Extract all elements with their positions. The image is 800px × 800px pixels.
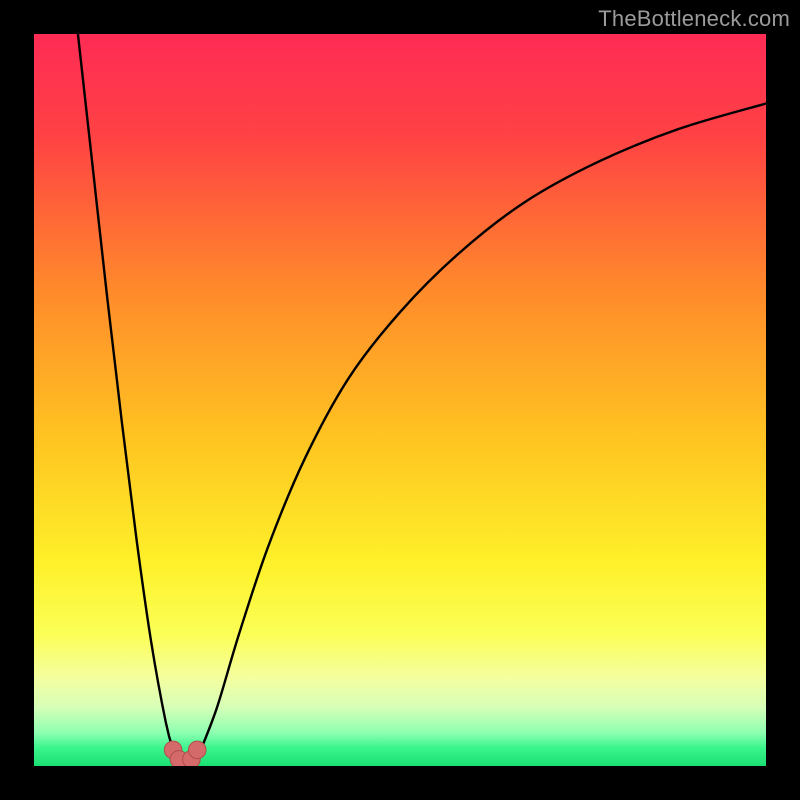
watermark-text: TheBottleneck.com <box>598 6 790 32</box>
curve-left-branch <box>78 34 175 755</box>
optimal-marker <box>188 741 206 759</box>
outer-frame: TheBottleneck.com <box>0 0 800 800</box>
chart-overlay <box>34 34 766 766</box>
curve-right-branch <box>199 104 766 755</box>
plot-area <box>34 34 766 766</box>
optimal-markers <box>164 741 206 766</box>
